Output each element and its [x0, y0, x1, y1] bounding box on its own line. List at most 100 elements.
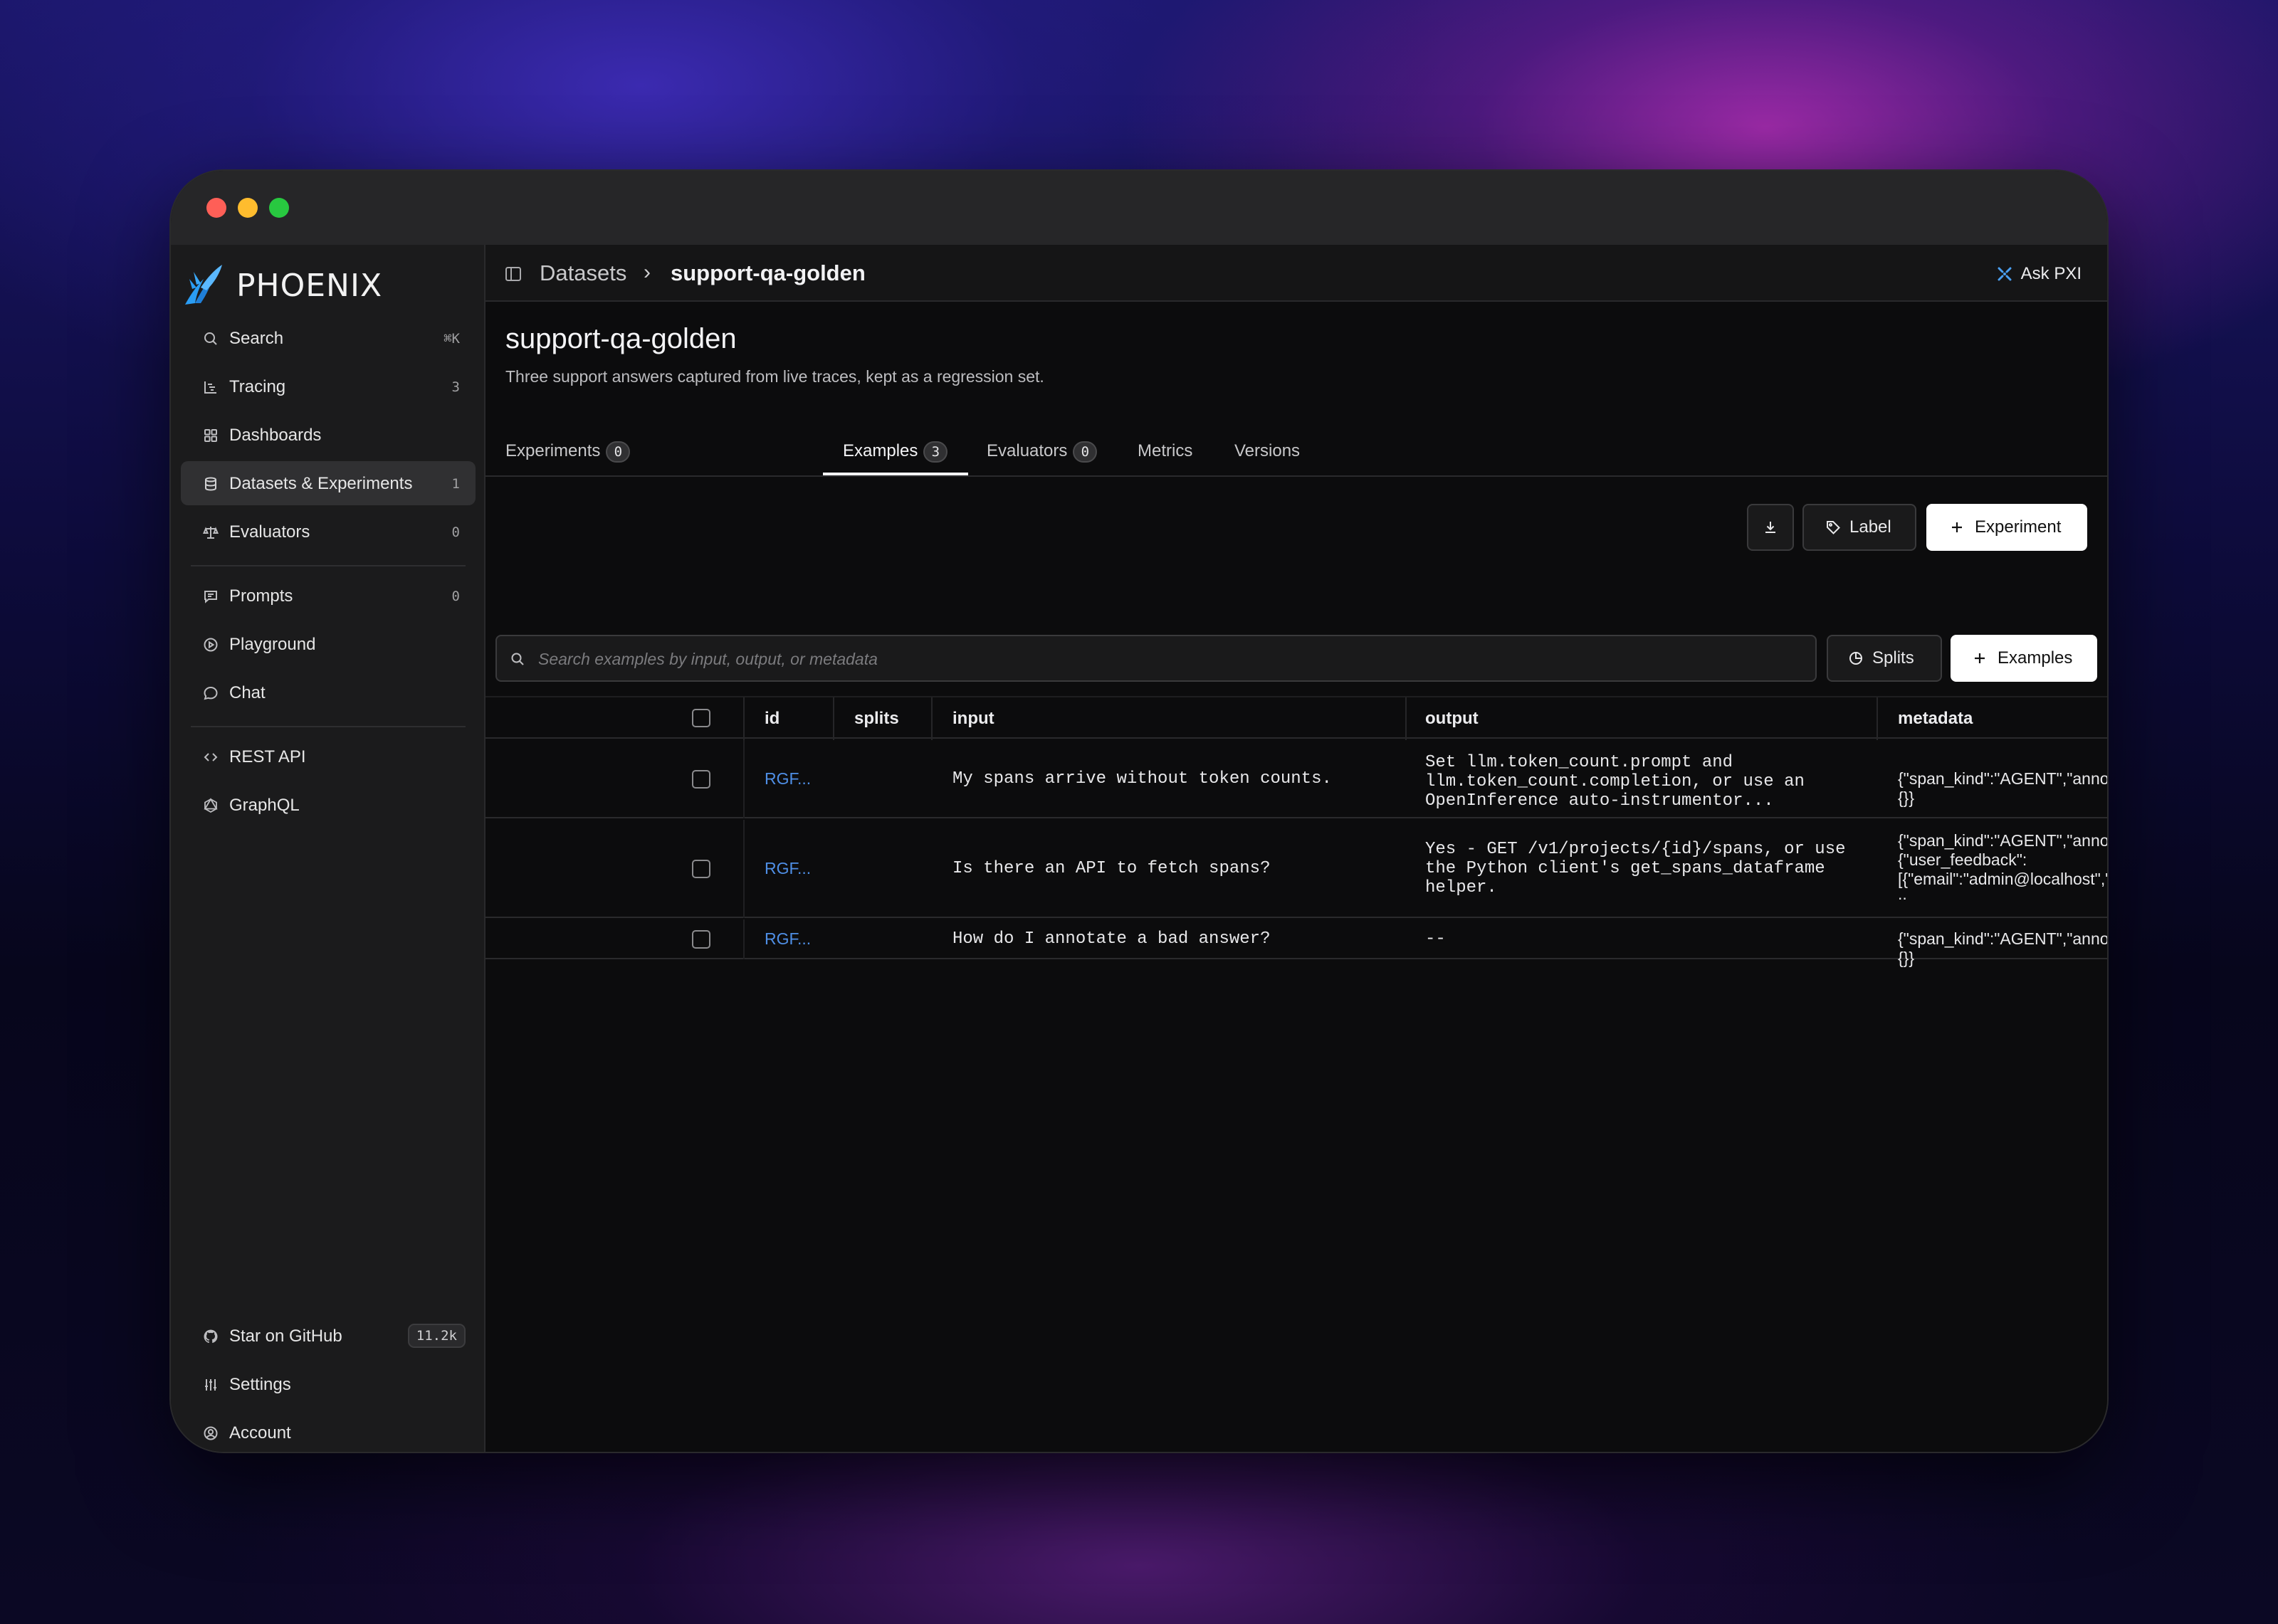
table-row[interactable]: RGF... Is there an API to fetch spans? Yes…	[485, 820, 2109, 918]
chevron-right-icon: ›	[644, 260, 651, 284]
tab-examples[interactable]: Examples 3	[843, 441, 948, 477]
tab-count-badge: 3	[923, 441, 948, 463]
example-id-link[interactable]: RGF...	[765, 859, 811, 878]
sidebar-item-github[interactable]: Star on GitHub 11.2k	[181, 1314, 476, 1358]
row-select-checkbox[interactable]	[692, 930, 710, 949]
row-select-checkbox[interactable]	[692, 860, 710, 878]
app-window: PHOENIX Search ⌘K Tracing 3 Dashboards D…	[169, 169, 2109, 1453]
sidebar-item-rest-api[interactable]: REST API	[181, 734, 476, 779]
tab-bar: Experiments 0 Examples 3 Evaluators 0 Metri…	[485, 436, 2107, 477]
input-cell: My spans arrive without token counts.	[952, 769, 1332, 789]
tab-versions[interactable]: Versions	[1234, 441, 1300, 477]
sidebar-item-label: Prompts	[229, 586, 293, 606]
metadata-line: ..	[1898, 885, 1907, 903]
metadata-cell: {"span_kind":"AGENT","annotations":{"use…	[1898, 831, 2109, 903]
sidebar-item-prompts[interactable]: Prompts 0	[181, 574, 476, 618]
sidebar-item-label: Settings	[229, 1375, 291, 1394]
column-header-input[interactable]: input	[952, 709, 994, 729]
output-cell: Yes - GET /v1/projects/{id}/spans, or us…	[1425, 840, 1846, 897]
add-examples-button[interactable]: Examples	[1951, 635, 2097, 682]
experiment-button-text: Experiment	[1975, 517, 2062, 537]
sidebar-item-label: Evaluators	[229, 522, 310, 542]
output-line: --	[1425, 929, 1446, 949]
tab-experiments[interactable]: Experiments 0	[505, 441, 631, 477]
sidebar-item-label: Playground	[229, 635, 316, 654]
tab-label: Evaluators	[987, 441, 1068, 460]
table-row[interactable]: RGF... My spans arrive without token coun…	[485, 740, 2107, 818]
sidebar-item-label: Account	[229, 1423, 291, 1443]
download-button[interactable]	[1747, 504, 1794, 551]
search-icon	[511, 653, 524, 665]
column-header-metadata[interactable]: metadata	[1898, 709, 1973, 729]
shortcut-hint: ⌘K	[443, 331, 460, 347]
metadata-line: {"span_kind":"AGENT","annotations":{}}	[1898, 929, 2109, 967]
active-tab-indicator	[823, 473, 968, 475]
column-divider	[833, 697, 834, 740]
search-examples-input[interactable]	[538, 643, 1791, 675]
sidebar-item-label: Tracing	[229, 377, 286, 396]
ask-pxi-label: Ask PXI	[2020, 264, 2082, 283]
sidebar-item-label: REST API	[229, 747, 306, 766]
top-bar: Datasets › support-qa-golden Ask PXI	[485, 245, 2107, 302]
github-icon	[202, 1328, 219, 1345]
splits-button[interactable]: Splits	[1827, 635, 1942, 682]
main-content: Datasets › support-qa-golden Ask PXI sup…	[485, 245, 2109, 1452]
sidebar-item-search[interactable]: Search ⌘K	[181, 316, 476, 360]
column-header-splits[interactable]: splits	[854, 709, 899, 729]
tab-label: Examples	[843, 441, 918, 460]
chat-bubble-icon	[202, 685, 219, 702]
output-line: helper.	[1425, 878, 1497, 897]
sidebar-item-account[interactable]: Account	[181, 1411, 476, 1452]
maximize-window-button[interactable]	[269, 198, 289, 218]
sidebar-item-evaluators[interactable]: Evaluators 0	[181, 510, 476, 554]
table-row[interactable]: RGF... How do I annotate a bad answer? -- {…	[485, 919, 2107, 967]
database-icon	[202, 475, 219, 492]
sidebar-item-label: Datasets & Experiments	[229, 474, 413, 493]
sidebar-item-dashboards[interactable]: Dashboards	[181, 413, 476, 457]
tab-evaluators[interactable]: Evaluators 0	[987, 441, 1098, 477]
metadata-line: {"span_kind":"AGENT","annotations":	[1898, 831, 2109, 850]
sidebar-item-datasets[interactable]: Datasets & Experiments 1	[181, 461, 476, 505]
download-icon	[1765, 522, 1775, 533]
tab-metrics[interactable]: Metrics	[1138, 441, 1192, 477]
sidebar-item-tracing[interactable]: Tracing 3	[181, 364, 476, 408]
breadcrumb-datasets[interactable]: Datasets	[540, 260, 626, 286]
logo[interactable]: PHOENIX	[182, 260, 382, 310]
github-stars-badge: 11.2k	[407, 1324, 466, 1348]
tab-count-badge: 0	[606, 441, 631, 463]
label-button[interactable]: Label	[1802, 504, 1916, 551]
sidebar-item-graphql[interactable]: GraphQL	[181, 783, 476, 827]
sidebar-divider	[191, 726, 466, 727]
tab-label: Experiments	[505, 441, 601, 460]
code-icon	[202, 749, 219, 766]
sidebar-item-playground[interactable]: Playground	[181, 622, 476, 666]
phoenix-logo-icon	[185, 265, 222, 305]
select-all-checkbox[interactable]	[692, 709, 710, 727]
sidebar-item-chat[interactable]: Chat	[181, 670, 476, 715]
app-name: PHOENIX	[236, 267, 383, 304]
sidebar-item-settings[interactable]: Settings	[181, 1362, 476, 1406]
column-header-id[interactable]: id	[765, 709, 780, 729]
sidebar: PHOENIX Search ⌘K Tracing 3 Dashboards D…	[171, 245, 485, 1452]
new-experiment-button[interactable]: Experiment	[1926, 504, 2087, 551]
ask-pxi-button[interactable]: Ask PXI	[1997, 260, 2082, 288]
search-examples-field[interactable]	[495, 635, 1817, 682]
metadata-line: [{"email":"admin@localhost","label":"pos…	[1898, 870, 2107, 888]
minimize-window-button[interactable]	[238, 198, 258, 218]
example-id-link[interactable]: RGF...	[765, 929, 811, 949]
sidebar-toggle-icon[interactable]	[504, 265, 523, 283]
label-button-text: Label	[1849, 517, 1891, 537]
metadata-cell: {"span_kind":"AGENT","annotations":{}}	[1898, 769, 2107, 808]
sidebar-divider	[191, 565, 466, 566]
column-header-output[interactable]: output	[1425, 709, 1479, 729]
output-line: Set llm.token_count.prompt and	[1425, 753, 1733, 772]
page-description: Three support answers captured from live…	[505, 367, 1044, 386]
output-cell: --	[1425, 929, 1446, 949]
row-select-checkbox[interactable]	[692, 770, 710, 789]
example-id-link[interactable]: RGF...	[765, 769, 811, 789]
examples-button-text: Examples	[1998, 648, 2073, 668]
play-circle-icon	[202, 636, 219, 653]
tracing-icon	[202, 379, 219, 396]
tab-label: Metrics	[1138, 441, 1193, 460]
close-window-button[interactable]	[206, 198, 226, 218]
